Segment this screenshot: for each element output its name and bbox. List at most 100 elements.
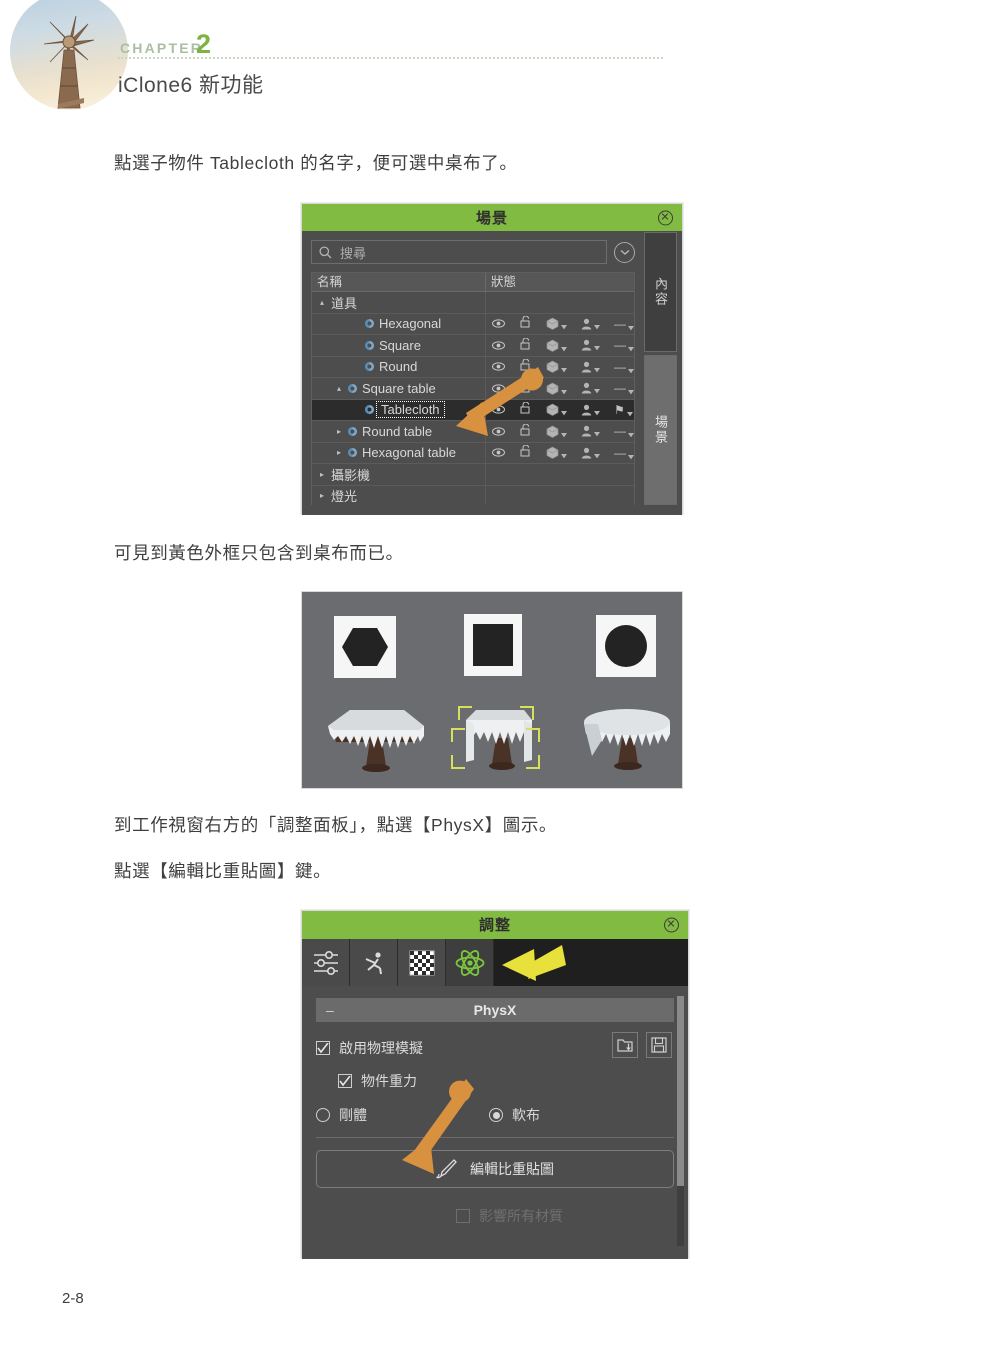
tree-item-status-cell[interactable]: — — [486, 314, 634, 335]
tree-item-name-cell[interactable]: ▸ Round table — [312, 421, 486, 442]
tree-item-status-cell[interactable]: — — [486, 357, 634, 378]
checkbox-object-gravity[interactable]: 物件重力 — [316, 1071, 674, 1091]
lock-icon-toggle[interactable] — [520, 423, 531, 439]
lock-icon-toggle[interactable] — [520, 337, 531, 353]
avatar-dropdown[interactable] — [581, 318, 600, 330]
close-icon[interactable]: ✕ — [664, 917, 679, 932]
lock-icon-toggle[interactable] — [520, 315, 531, 331]
avatar-dropdown[interactable] — [581, 339, 600, 351]
tree-item-name-cell[interactable]: ▴ 道具 — [312, 292, 486, 313]
tree-item-status-cell[interactable] — [486, 292, 634, 313]
twisty-icon[interactable]: ▴ — [333, 384, 345, 393]
table-row[interactable]: ▸ Hexagonal table — — [312, 442, 634, 464]
tree-item-name-cell[interactable]: Hexagonal — [312, 313, 486, 334]
last-state-dropdown[interactable]: — — [614, 424, 634, 438]
radio-rigid-body-dot[interactable] — [316, 1108, 330, 1122]
mesh-dropdown[interactable] — [546, 425, 567, 438]
mesh-dropdown[interactable] — [546, 317, 567, 331]
scene-tree[interactable]: 名稱 狀態 ▴ 道具 Hexagonal — Square — Round — ▴ Square … — [311, 272, 635, 505]
twisty-icon[interactable]: ▴ — [316, 298, 328, 307]
last-state-dropdown[interactable]: — — [614, 317, 634, 331]
tree-item-status-cell[interactable]: — — [486, 378, 634, 399]
checkbox-object-gravity-box[interactable] — [338, 1074, 352, 1088]
tree-item-name-cell[interactable]: ▸ 攝影機 — [312, 464, 486, 485]
eye-icon-toggle[interactable] — [492, 316, 505, 331]
table-row[interactable]: Hexagonal — — [312, 313, 634, 335]
tree-item-label[interactable]: Round table — [359, 424, 432, 439]
lock-icon-toggle[interactable] — [520, 444, 531, 460]
edit-weight-map-button[interactable]: 編輯比重貼圖 — [316, 1150, 674, 1188]
table-row[interactable]: ▴ 道具 — [312, 292, 634, 314]
load-button[interactable] — [612, 1032, 638, 1058]
last-state-dropdown[interactable]: — — [614, 381, 634, 395]
tree-item-name-cell[interactable]: Tablecloth — [312, 399, 486, 420]
close-icon[interactable]: ✕ — [658, 210, 673, 225]
avatar-dropdown[interactable] — [581, 404, 600, 416]
tree-item-label[interactable]: 攝影機 — [328, 465, 370, 484]
save-button[interactable] — [646, 1032, 672, 1058]
tree-item-status-cell[interactable]: — — [486, 335, 634, 356]
twisty-icon[interactable]: ▸ — [316, 491, 328, 500]
eye-icon-toggle[interactable] — [492, 338, 505, 353]
mesh-dropdown[interactable] — [546, 382, 567, 395]
lock-icon-toggle[interactable] — [520, 380, 531, 396]
lock-icon-toggle[interactable] — [520, 358, 531, 374]
tree-item-label[interactable]: Square table — [359, 381, 436, 396]
scrollbar-thumb[interactable] — [677, 996, 684, 1186]
search-input[interactable]: 搜尋 — [311, 240, 607, 264]
mesh-dropdown[interactable] — [546, 360, 567, 374]
tree-item-label[interactable]: 道具 — [328, 293, 357, 312]
collapse-icon[interactable]: – — [326, 1002, 334, 1018]
tree-item-status-cell[interactable]: ⚑ — [486, 400, 634, 421]
tree-item-status-cell[interactable] — [486, 486, 634, 506]
last-state-dropdown[interactable]: — — [614, 446, 634, 460]
physx-section-header[interactable]: – PhysX — [316, 998, 674, 1022]
lock-icon-toggle[interactable] — [520, 401, 531, 417]
tab-motion[interactable] — [350, 939, 398, 986]
avatar-dropdown[interactable] — [581, 361, 600, 373]
last-state-dropdown[interactable]: ⚑ — [614, 403, 633, 417]
chevron-down-icon[interactable] — [614, 241, 635, 263]
tree-item-status-cell[interactable]: — — [486, 421, 634, 442]
tab-sliders[interactable] — [302, 939, 350, 986]
tree-item-label[interactable]: Round — [376, 359, 417, 374]
avatar-dropdown[interactable] — [581, 382, 600, 394]
tree-item-status-cell[interactable]: — — [486, 443, 634, 464]
tree-item-name-cell[interactable]: Square — [312, 335, 486, 356]
avatar-dropdown[interactable] — [581, 425, 600, 437]
mesh-dropdown[interactable] — [546, 403, 567, 417]
twisty-icon[interactable]: ▸ — [333, 427, 345, 436]
eye-icon-toggle[interactable] — [492, 424, 505, 439]
adjust-panel-scrollbar[interactable] — [677, 996, 684, 1246]
tree-item-label[interactable]: 燈光 — [328, 486, 357, 505]
tree-item-label[interactable]: Hexagonal table — [359, 445, 456, 460]
tree-item-name-cell[interactable]: ▸ Hexagonal table — [312, 442, 486, 463]
tree-item-label[interactable]: Square — [376, 338, 421, 353]
table-row[interactable]: ▴ Square table — — [312, 378, 634, 400]
sidebar-item-scene[interactable]: 場景 — [644, 355, 677, 505]
last-state-dropdown[interactable]: — — [614, 338, 634, 352]
table-row[interactable]: Round — — [312, 356, 634, 378]
tab-physx[interactable] — [446, 939, 494, 986]
radio-rigid-body[interactable]: 剛體 — [316, 1105, 367, 1125]
avatar-dropdown[interactable] — [581, 447, 600, 459]
twisty-icon[interactable]: ▸ — [316, 470, 328, 479]
tree-item-name-cell[interactable]: Round — [312, 356, 486, 377]
eye-icon-toggle[interactable] — [492, 402, 505, 417]
tree-item-label[interactable]: Tablecloth — [376, 401, 445, 419]
tree-item-name-cell[interactable]: ▴ Square table — [312, 378, 486, 399]
tab-checkerboard[interactable] — [398, 939, 446, 986]
radio-soft-cloth-dot[interactable] — [489, 1108, 503, 1122]
table-row[interactable]: ▸ 攝影機 — [312, 464, 634, 486]
sidebar-item-content[interactable]: 內容 — [644, 232, 677, 352]
checkbox-enable-physics-box[interactable] — [316, 1041, 330, 1055]
mesh-dropdown[interactable] — [546, 446, 567, 460]
mesh-dropdown[interactable] — [546, 339, 567, 352]
eye-icon-toggle[interactable] — [492, 445, 505, 460]
table-row[interactable]: Square — — [312, 335, 634, 357]
tree-item-status-cell[interactable] — [486, 464, 634, 485]
twisty-icon[interactable]: ▸ — [333, 448, 345, 457]
eye-icon-toggle[interactable] — [492, 381, 505, 396]
tree-item-name-cell[interactable]: ▸ 燈光 — [312, 485, 486, 505]
table-row[interactable]: ▸ Round table — — [312, 421, 634, 443]
